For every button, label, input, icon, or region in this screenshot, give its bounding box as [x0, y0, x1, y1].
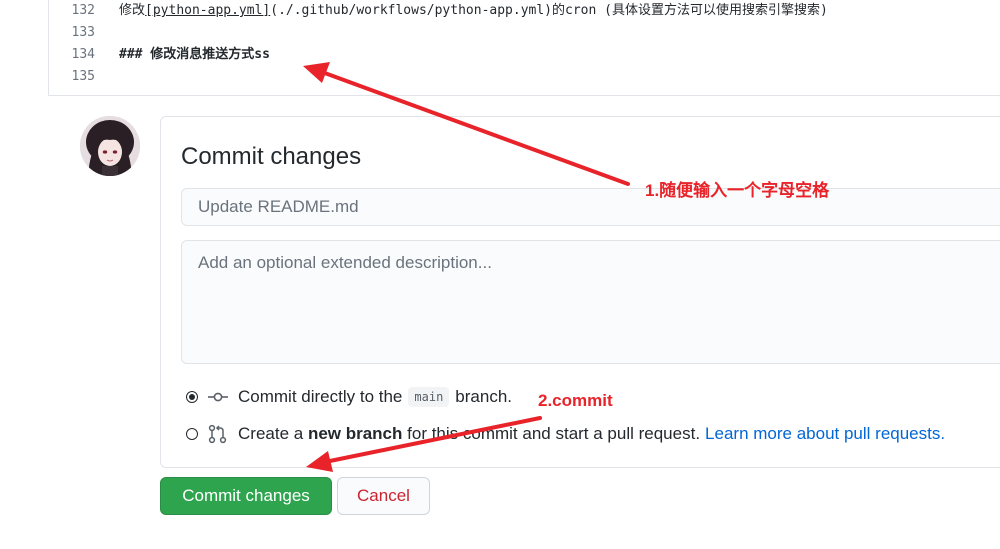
- annotation-arrows: [303, 62, 630, 472]
- annotation-note-2: 2.commit: [538, 391, 613, 410]
- annotation-note-1: 1.随便输入一个字母空格: [645, 181, 830, 200]
- annotation-arrow-2: [306, 416, 542, 472]
- annotation-arrow-1: [303, 62, 630, 186]
